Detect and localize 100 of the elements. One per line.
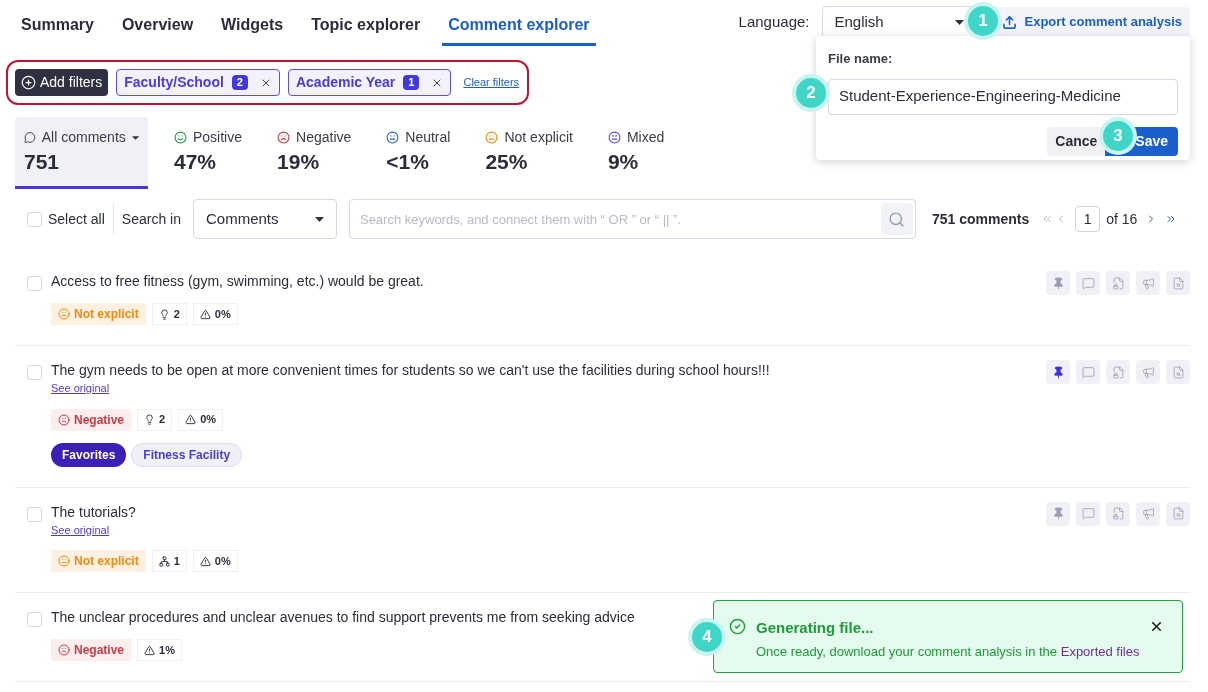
filter-label: Faculty/School <box>124 73 224 92</box>
lightbulb-icon <box>144 414 156 425</box>
caret-icon <box>954 19 964 25</box>
toast-title: Generating file... <box>756 618 875 638</box>
see-original-link[interactable]: See original <box>51 380 110 397</box>
close-icon[interactable] <box>1149 619 1164 634</box>
megaphone-icon <box>1141 276 1155 290</box>
neutral-face-icon <box>485 131 499 144</box>
step-marker: 1 <box>968 6 998 36</box>
pin-icon <box>1051 276 1065 290</box>
file-icon <box>1111 507 1125 520</box>
frown-face-icon <box>277 131 291 144</box>
metric-tag: 0% <box>178 408 224 431</box>
sentiment-tag: Negative <box>51 408 132 431</box>
warning-icon <box>185 414 197 425</box>
neutral-face-icon <box>58 308 70 320</box>
search-button[interactable] <box>880 203 913 235</box>
search-field[interactable]: Search keywords, and connect them with “ OR ” or “ || ”. <box>348 199 916 239</box>
step-marker: 3 <box>1103 121 1133 151</box>
stat-value: <1% <box>386 149 430 175</box>
checkbox[interactable] <box>27 365 42 380</box>
sentiment-stat[interactable]: Neutral <1% <box>377 117 460 189</box>
stat-label: Positive <box>193 128 243 147</box>
warning-icon <box>144 644 156 656</box>
search-in-label: Search in <box>121 209 181 229</box>
page-field[interactable]: 1 <box>1075 206 1101 232</box>
add-filters-button[interactable]: Add filters <box>15 69 109 96</box>
checkbox[interactable] <box>27 211 42 227</box>
search-scope-select[interactable]: Comments <box>192 199 337 239</box>
sentiment-tag: Not explicit <box>51 550 146 572</box>
checkbox[interactable] <box>27 506 42 522</box>
stat-label: Negative <box>296 128 352 147</box>
chat-bubble-icon <box>24 131 36 144</box>
label-tag[interactable]: Favorites <box>51 442 127 467</box>
page-total: of 16 <box>1106 209 1138 229</box>
comment-icon <box>1081 276 1095 290</box>
smile-face-icon <box>174 131 187 144</box>
file-icon <box>1111 276 1125 290</box>
nav-tab[interactable]: Widgets <box>215 6 290 46</box>
first-page-icon[interactable] <box>1041 213 1054 225</box>
stat-value: 47% <box>174 149 218 175</box>
caret-icon <box>314 216 324 222</box>
export-button[interactable]: Export comment analysis <box>993 7 1190 37</box>
stat-label: All comments <box>41 128 126 147</box>
filter-chip[interactable]: Academic Year 1 <box>287 69 452 96</box>
comment-count: 751 comments <box>931 209 1030 229</box>
upload-icon <box>1001 14 1017 30</box>
sentiment-stat[interactable]: Mixed 9% <box>598 117 674 189</box>
sentiment-tag: Negative <box>51 639 132 661</box>
file-search-icon <box>1171 276 1185 290</box>
neutral-face-icon <box>386 131 400 144</box>
warning-icon <box>199 308 211 320</box>
metric-tag: 0% <box>192 303 238 325</box>
file-name-field[interactable]: Student-Experience-Engineering-Medicine <box>828 78 1178 115</box>
file-search-icon <box>1171 365 1185 379</box>
nav-tab[interactable]: Overview <box>115 6 200 46</box>
stat-value: 25% <box>485 149 529 175</box>
sentiment-stat[interactable]: Positive 47% <box>165 117 252 189</box>
comment-text: The unclear procedures and unclear avenues to find support prevents me from seeking advice <box>51 608 635 627</box>
search-icon <box>888 210 906 228</box>
nav-tab[interactable]: Comment explorer <box>442 6 596 46</box>
checkbox[interactable] <box>27 612 42 627</box>
language-label: Language: <box>738 11 810 32</box>
mixed-face-icon <box>607 131 621 144</box>
pin-icon <box>1051 507 1065 520</box>
megaphone-icon <box>1141 507 1155 520</box>
sentiment-stat[interactable]: All comments 751 <box>15 117 148 189</box>
warning-icon <box>199 555 211 567</box>
pin-icon <box>1051 365 1065 379</box>
sentiment-stat[interactable]: Not explicit 25% <box>476 117 582 189</box>
nav-tab[interactable]: Summary <box>15 6 100 46</box>
select-all-label: Select all <box>48 209 105 229</box>
checkbox[interactable] <box>27 276 42 291</box>
sentiment-stat[interactable]: Negative 19% <box>268 117 361 189</box>
see-original-link[interactable]: See original <box>51 521 110 538</box>
nav-tab[interactable]: Topic explorer <box>305 6 427 46</box>
caret-icon <box>131 135 139 140</box>
stat-label: Not explicit <box>504 128 573 147</box>
frown-face-icon <box>58 413 70 426</box>
file-icon <box>1111 365 1125 379</box>
count-badge: 1 <box>403 75 420 90</box>
count-badge: 2 <box>231 75 248 90</box>
filter-label: Academic Year <box>295 73 396 92</box>
step-marker: 4 <box>692 622 722 652</box>
neutral-face-icon <box>58 555 70 567</box>
sentiment-tag: Not explicit <box>51 303 146 325</box>
lightbulb-icon <box>158 308 170 320</box>
filter-chip[interactable]: Faculty/School 2 <box>116 69 280 96</box>
check-circle-icon <box>729 618 746 635</box>
clear-filters-link[interactable]: Clear filters <box>463 74 520 91</box>
toast-message: Once ready, download your comment analysis in the Exported files <box>756 642 1141 661</box>
comment-icon <box>1081 365 1095 379</box>
label-tag[interactable]: Fitness Facility <box>131 442 243 467</box>
metric-tag: 0% <box>192 550 238 572</box>
exported-files-link[interactable]: Exported files <box>1060 643 1140 659</box>
megaphone-icon <box>1141 365 1155 379</box>
file-name-label: File name: <box>828 50 894 68</box>
cancel-button[interactable]: Cance <box>1047 126 1106 156</box>
stat-label: Mixed <box>626 128 665 147</box>
action-button[interactable] <box>1046 360 1070 384</box>
